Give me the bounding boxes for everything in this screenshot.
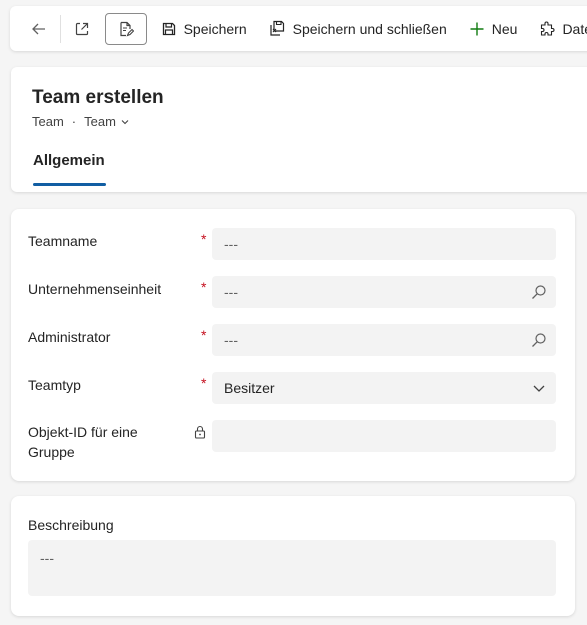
required-indicator: *	[201, 327, 207, 343]
save-button[interactable]: Speichern	[153, 12, 255, 46]
command-bar: Speichern Speichern und schließen Neu Da…	[10, 6, 587, 51]
breadcrumb-entity: Team	[32, 114, 64, 129]
lock-icon	[194, 425, 206, 439]
required-indicator: *	[201, 375, 207, 391]
required-indicator: *	[201, 231, 207, 247]
back-button[interactable]	[22, 12, 56, 46]
breadcrumb: Team · Team	[32, 114, 130, 129]
form-selector-label: Team	[84, 114, 116, 129]
field-label-team-type: Teamtyp	[28, 377, 81, 393]
field-label-description: Beschreibung	[28, 517, 114, 533]
field-label-team-name: Teamname	[28, 233, 98, 249]
team-type-value: Besitzer	[224, 380, 275, 396]
chevron-down-icon	[533, 385, 545, 392]
save-and-close-icon	[270, 20, 284, 36]
group-object-id-input[interactable]	[212, 420, 556, 452]
new-button[interactable]: Neu	[461, 12, 526, 46]
field-label-administrator: Administrator	[28, 329, 111, 345]
form-edit-icon	[120, 21, 134, 36]
form-selector[interactable]: Team	[84, 114, 130, 129]
save-and-close-button[interactable]: Speichern und schließen	[261, 12, 455, 46]
toolbar-divider	[59, 14, 61, 43]
arrow-left-icon	[32, 23, 45, 34]
business-unit-lookup[interactable]: ---	[212, 276, 556, 308]
puzzle-icon	[541, 21, 555, 36]
search-icon[interactable]	[530, 283, 548, 301]
team-type-select[interactable]: Besitzer	[212, 372, 556, 404]
page-title: Team erstellen	[32, 87, 164, 108]
required-indicator: *	[201, 279, 207, 295]
more-commands-button[interactable]: Date	[531, 12, 587, 46]
save-icon	[162, 22, 175, 35]
form-switch-button[interactable]	[104, 12, 147, 45]
administrator-value: ---	[224, 332, 238, 348]
open-in-new-window-icon	[75, 22, 88, 35]
form-header: Team erstellen Team · Team Allgemein	[11, 67, 587, 192]
description-textarea[interactable]: ---	[28, 540, 556, 596]
tab-general[interactable]: Allgemein	[33, 152, 105, 169]
open-new-window-button[interactable]	[65, 12, 99, 46]
administrator-lookup[interactable]: ---	[212, 324, 556, 356]
business-unit-value: ---	[224, 284, 238, 300]
breadcrumb-separator: ·	[71, 114, 77, 129]
save-and-close-label: Speichern und schließen	[292, 20, 447, 37]
team-name-input[interactable]: ---	[212, 228, 556, 260]
field-label-group-object-id: Objekt-ID für eine Gruppe	[28, 424, 138, 460]
new-label: Neu	[491, 20, 518, 37]
field-label-business-unit: Unternehmenseinheit	[28, 281, 162, 297]
general-section: Teamname * --- Unternehmenseinheit * ---…	[11, 209, 575, 481]
more-commands-label: Date	[562, 20, 587, 37]
chevron-down-icon	[121, 119, 129, 124]
search-icon[interactable]	[530, 331, 548, 349]
description-section: Beschreibung ---	[11, 496, 575, 616]
save-label: Speichern	[183, 20, 247, 37]
add-icon	[470, 22, 484, 35]
tab-selected-indicator	[33, 183, 106, 186]
